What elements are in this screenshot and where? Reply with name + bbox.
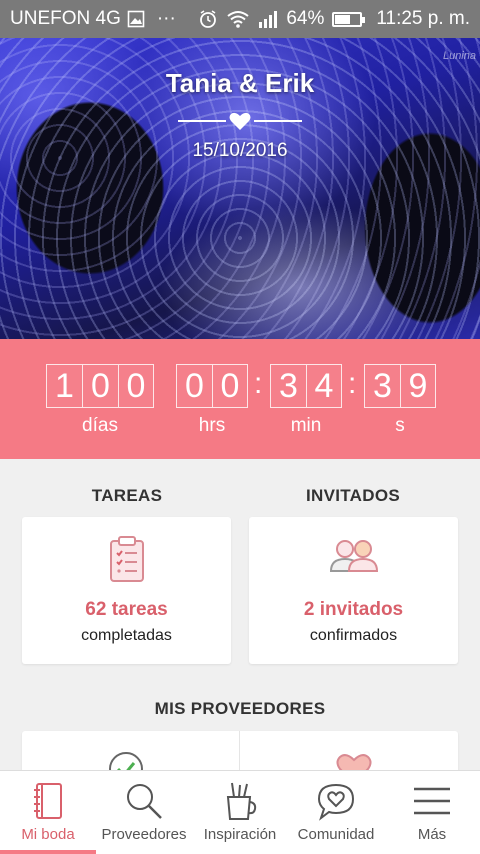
nav-mas[interactable]: Más — [384, 771, 480, 854]
countdown-seconds: 3 9 — [364, 364, 436, 408]
countdown-digit: 1 — [46, 364, 82, 408]
countdown: 1 0 0 0 0 : 3 4 : 3 9 días hrs min s — [0, 339, 480, 459]
countdown-digit: 4 — [306, 364, 342, 408]
hours-label: hrs — [198, 415, 226, 436]
battery-fill — [335, 14, 351, 24]
nav-label: Mi boda — [21, 826, 75, 843]
wedding-date: 15/10/2016 — [192, 140, 288, 161]
invitados-count: 2 invitados — [303, 599, 404, 620]
search-icon — [127, 784, 162, 819]
nav-label: Inspiración — [203, 826, 277, 843]
countdown-digit: 3 — [364, 364, 400, 408]
days-label: días — [82, 415, 118, 436]
invitados-title: INVITADOS — [305, 486, 400, 505]
carrier-group: UNEFON 4G ··· — [10, 8, 176, 30]
proveedores-title: MIS PROVEEDORES — [154, 699, 326, 718]
invitados-subtitle: confirmados — [309, 627, 398, 644]
divider-line-right — [254, 120, 302, 122]
more-notifications: ··· — [156, 8, 176, 29]
alarm-icon — [200, 10, 217, 28]
title-divider — [178, 112, 302, 130]
cover-photo[interactable]: Lunina Tania & Erik 15/10/2016 — [0, 38, 480, 339]
tareas-count: 62 tareas — [85, 599, 168, 620]
countdown-digit: 9 — [400, 364, 436, 408]
active-indicator — [0, 850, 96, 854]
countdown-separator: : — [348, 367, 357, 400]
menu-icon — [414, 787, 450, 815]
paint-cup-icon — [226, 782, 257, 820]
countdown-minutes: 3 4 — [270, 364, 342, 408]
countdown-digit: 3 — [270, 364, 306, 408]
nav-label: Proveedores — [101, 826, 187, 843]
tareas-subtitle: completadas — [81, 627, 172, 644]
tareas-card[interactable]: 62 tareas completadas — [22, 517, 231, 664]
bottom-navigation: Mi boda Proveedores Inspiración Comunida… — [0, 770, 480, 854]
countdown-separator: : — [254, 367, 263, 400]
signal-icon — [259, 11, 278, 28]
countdown-digit: 0 — [176, 364, 212, 408]
nav-label: Comunidad — [297, 826, 375, 843]
wifi-icon — [227, 11, 249, 28]
nav-label: Más — [417, 826, 447, 843]
countdown-hours: 0 0 — [176, 364, 248, 408]
clipboard-icon — [109, 536, 144, 582]
status-right: 64% 11:25 p. m. — [198, 8, 470, 30]
couple-names: Tania & Erik — [165, 68, 315, 98]
battery-percent: 64% — [286, 8, 325, 29]
chat-heart-icon — [317, 783, 355, 821]
nav-comunidad[interactable]: Comunidad — [288, 771, 384, 854]
battery-icon — [332, 11, 366, 27]
minutes-label: min — [290, 415, 322, 436]
heart-icon — [229, 112, 251, 130]
countdown-digit: 0 — [118, 364, 154, 408]
carrier-name: UNEFON 4G — [10, 8, 121, 29]
countdown-days: 1 0 0 — [46, 364, 154, 408]
seconds-label: s — [395, 415, 405, 436]
nav-proveedores[interactable]: Proveedores — [96, 771, 192, 854]
countdown-digit: 0 — [212, 364, 248, 408]
divider-line-left — [178, 120, 226, 122]
image-icon — [127, 10, 145, 28]
clock: 11:25 p. m. — [376, 8, 470, 29]
nav-mi-boda[interactable]: Mi boda — [0, 771, 96, 854]
tareas-title: TAREAS — [91, 486, 163, 505]
nav-inspiracion[interactable]: Inspiración — [192, 771, 288, 854]
photo-watermark: Lunina — [442, 50, 476, 62]
status-bar: UNEFON 4G ··· 64% 11:25 p. m. — [0, 0, 480, 38]
guests-icon — [329, 540, 378, 572]
countdown-digit: 0 — [82, 364, 118, 408]
notebook-icon — [34, 783, 62, 819]
invitados-card[interactable]: 2 invitados confirmados — [249, 517, 458, 664]
